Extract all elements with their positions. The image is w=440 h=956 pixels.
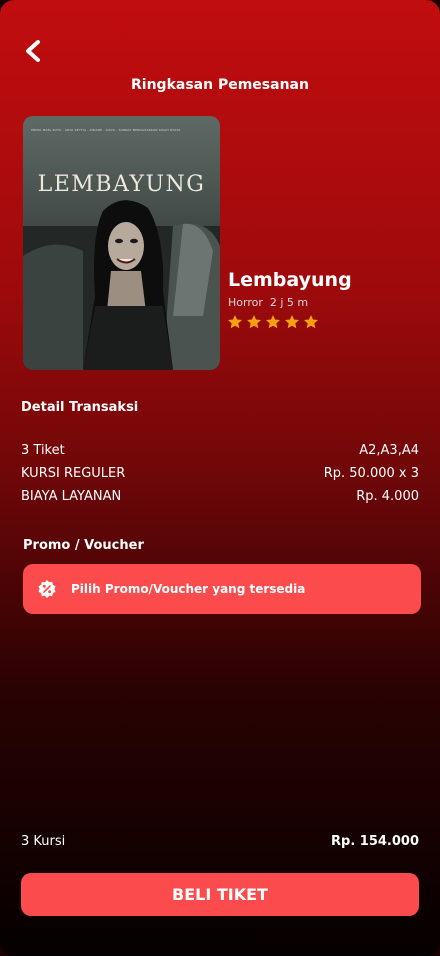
buy-ticket-button[interactable]: BELI TIKET — [21, 873, 419, 916]
movie-duration: 2 j 5 m — [269, 296, 309, 309]
seat-count: 3 Kursi — [21, 834, 66, 849]
transaction-row-label: BIAYA LAYANAN — [21, 489, 122, 504]
discount-icon — [38, 580, 56, 598]
transaction-row-label: KURSI REGULER — [21, 466, 126, 481]
poster-credits: PRIMA MATA KUTU · ARYA SEYTIA · ZIDANE ·… — [31, 128, 181, 132]
transaction-row-value: Rp. 4.000 — [356, 489, 419, 504]
star-icon — [266, 315, 280, 329]
page-title: Ringkasan Pemesanan — [131, 77, 309, 93]
transaction-row-value: A2,A3,A4 — [359, 443, 419, 458]
total-price: Rp. 154.000 — [331, 834, 419, 849]
transaction-row: KURSI REGULER Rp. 50.000 x 3 — [21, 466, 419, 481]
transaction-row-label: 3 Tiket — [21, 443, 65, 458]
movie-poster: PRIMA MATA KUTU · ARYA SEYTIA · ZIDANE ·… — [23, 116, 220, 370]
chevron-left-icon — [26, 40, 40, 62]
promo-voucher-label: Pilih Promo/Voucher yang tersedia — [71, 582, 306, 596]
transaction-row-value: Rp. 50.000 x 3 — [323, 466, 419, 481]
transaction-section-title: Detail Transaksi — [21, 400, 139, 415]
star-icon — [247, 315, 261, 329]
poster-title: LEMBAYUNG — [37, 172, 206, 197]
promo-section-title: Promo / Voucher — [23, 538, 144, 553]
total-summary: 3 Kursi Rp. 154.000 — [21, 834, 419, 849]
star-icon — [285, 315, 299, 329]
movie-meta: Horror 2 j 5 m — [228, 296, 308, 309]
rating-stars — [227, 314, 319, 330]
star-icon — [304, 315, 318, 329]
transaction-row: 3 Tiket A2,A3,A4 — [21, 443, 419, 458]
movie-title: Lembayung — [228, 269, 352, 291]
back-button[interactable] — [18, 36, 48, 66]
booking-summary-screen: Ringkasan Pemesanan PRIMA MATA KUTU · AR… — [0, 0, 440, 956]
star-icon — [228, 315, 242, 329]
promo-voucher-button[interactable]: Pilih Promo/Voucher yang tersedia — [23, 564, 421, 614]
transaction-row: BIAYA LAYANAN Rp. 4.000 — [21, 489, 419, 504]
movie-genre: Horror — [228, 296, 263, 309]
